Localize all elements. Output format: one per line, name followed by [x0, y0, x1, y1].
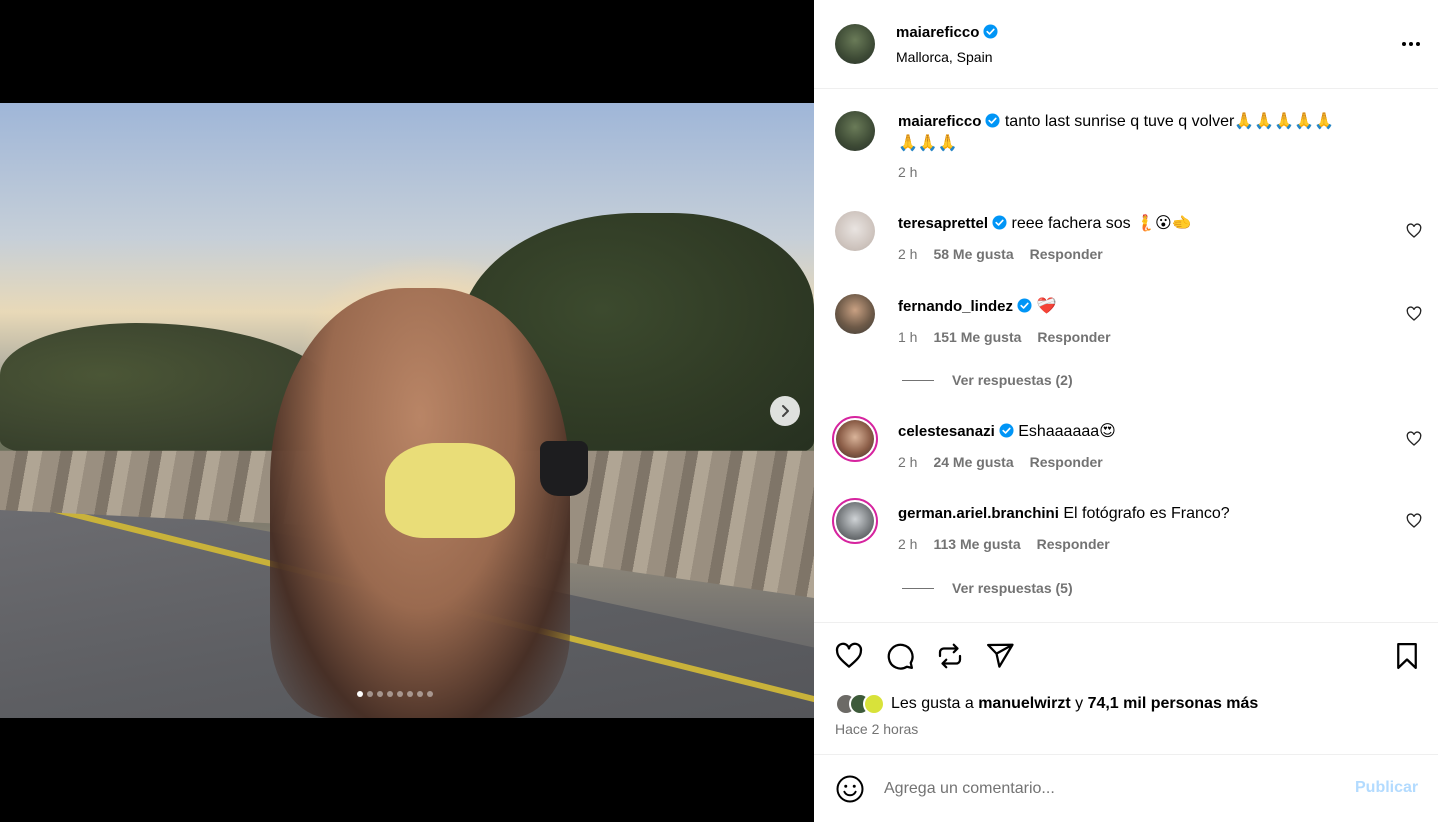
heart-icon[interactable] — [1406, 306, 1422, 322]
comment-text: Eshaaaaaa😍 — [1018, 423, 1116, 440]
verified-badge-icon — [985, 113, 1000, 128]
comment-time[interactable]: 1 h — [898, 329, 917, 345]
share-icon[interactable] — [985, 641, 1015, 671]
comment: celestesanazi Eshaaaaaa😍 — [898, 421, 1398, 443]
like-heart-icon[interactable] — [834, 641, 864, 671]
comment-time[interactable]: 2 h — [898, 246, 917, 262]
author-username[interactable]: maiareficco — [896, 24, 979, 41]
view-replies-button[interactable]: Ver respuestas (2) — [902, 372, 1073, 388]
caption-author[interactable]: maiareficco — [898, 113, 981, 130]
carousel-dot — [387, 691, 393, 697]
avatar[interactable] — [832, 498, 878, 544]
caption-text-line2: 🙏🙏🙏 — [898, 135, 958, 152]
comment-text: El fotógrafo es Franco? — [1063, 505, 1230, 522]
comment-likes[interactable]: 24 Me gusta — [933, 454, 1013, 470]
more-options-button[interactable] — [1402, 36, 1426, 52]
carousel-indicator — [357, 691, 433, 697]
verified-badge-icon — [1017, 298, 1032, 313]
comment-time[interactable]: 2 h — [898, 454, 917, 470]
likes-user[interactable]: manuelwirzt — [978, 695, 1070, 712]
comment: fernando_lindez ❤️‍🩹 — [898, 296, 1398, 318]
carousel-dot — [407, 691, 413, 697]
repost-icon[interactable] — [935, 641, 965, 671]
dot-icon — [1416, 42, 1420, 46]
reply-button[interactable]: Responder — [1030, 454, 1103, 470]
comment-author[interactable]: celestesanazi — [898, 423, 995, 440]
media-viewer — [0, 0, 814, 822]
reply-button[interactable]: Responder — [1030, 246, 1103, 262]
comment-likes[interactable]: 151 Me gusta — [933, 329, 1021, 345]
comment: german.ariel.branchini El fotógrafo es F… — [898, 503, 1398, 525]
heart-icon[interactable] — [1406, 513, 1422, 529]
caption: maiareficco tanto last sunrise q tuve q … — [898, 111, 1398, 155]
comment-author[interactable]: teresaprettel — [898, 215, 988, 232]
likes-prefix: Les gusta a — [891, 695, 974, 712]
comment: teresaprettel reee fachera sos 🧜😮🫲 — [898, 213, 1398, 235]
comment-likes[interactable]: 113 Me gusta — [933, 536, 1020, 552]
emoji-icon[interactable] — [835, 774, 865, 804]
comments-list[interactable]: maiareficco tanto last sunrise q tuve q … — [814, 90, 1438, 622]
publish-button[interactable]: Publicar — [1355, 779, 1418, 797]
reply-button[interactable]: Responder — [1037, 536, 1110, 552]
comment-text: ❤️‍🩹 — [1036, 298, 1057, 315]
save-bookmark-icon[interactable] — [1392, 641, 1422, 671]
comment-author[interactable]: german.ariel.branchini — [898, 505, 1059, 522]
avatar[interactable] — [835, 111, 875, 151]
caption-text: tanto last sunrise q tuve q volver🙏🙏🙏🙏🙏 — [1004, 113, 1334, 130]
comment-composer: Publicar — [814, 754, 1438, 822]
reply-button[interactable]: Responder — [1037, 329, 1110, 345]
comment-time[interactable]: 2 h — [898, 536, 917, 552]
view-replies-label: Ver respuestas (2) — [952, 372, 1073, 388]
view-replies-label: Ver respuestas (5) — [952, 580, 1073, 596]
carousel-dot — [427, 691, 433, 697]
post-timestamp[interactable]: Hace 2 horas — [835, 721, 918, 737]
view-replies-button[interactable]: Ver respuestas (5) — [902, 580, 1073, 596]
verified-badge-icon — [992, 215, 1007, 230]
comment-author[interactable]: fernando_lindez — [898, 298, 1013, 315]
avatar[interactable] — [835, 211, 875, 251]
carousel-next-button[interactable] — [770, 396, 800, 426]
post-actions: Les gusta a manuelwirzt y 74,1 mil perso… — [814, 622, 1438, 754]
post-location[interactable]: Mallorca, Spain — [896, 49, 993, 65]
post-sidebar: maiareficco Mallorca, Spain maiareficco … — [814, 0, 1438, 822]
avatar[interactable] — [835, 24, 875, 64]
avatar — [863, 693, 885, 715]
comment-likes[interactable]: 58 Me gusta — [933, 246, 1013, 262]
likes-summary: Les gusta a manuelwirzt y 74,1 mil perso… — [835, 693, 1258, 715]
verified-badge-icon — [999, 423, 1014, 438]
avatar[interactable] — [835, 294, 875, 334]
carousel-dot — [377, 691, 383, 697]
likes-others[interactable]: 74,1 mil personas más — [1088, 695, 1259, 712]
heart-icon[interactable] — [1406, 431, 1422, 447]
carousel-dot — [397, 691, 403, 697]
post-photo — [0, 103, 814, 718]
caption-time[interactable]: 2 h — [898, 164, 917, 180]
dot-icon — [1402, 42, 1406, 46]
post-header: maiareficco Mallorca, Spain — [814, 0, 1438, 89]
likes-joiner: y — [1075, 695, 1084, 712]
avatar[interactable] — [832, 416, 878, 462]
comment-input[interactable] — [884, 775, 1324, 803]
comment-icon[interactable] — [885, 641, 915, 671]
comment-text: reee fachera sos 🧜😮🫲 — [1011, 215, 1192, 232]
carousel-dot — [417, 691, 423, 697]
carousel-dot — [357, 691, 363, 697]
chevron-right-icon — [782, 405, 789, 417]
verified-badge-icon — [983, 24, 998, 39]
dot-icon — [1409, 42, 1413, 46]
heart-icon[interactable] — [1406, 223, 1422, 239]
carousel-dot — [367, 691, 373, 697]
